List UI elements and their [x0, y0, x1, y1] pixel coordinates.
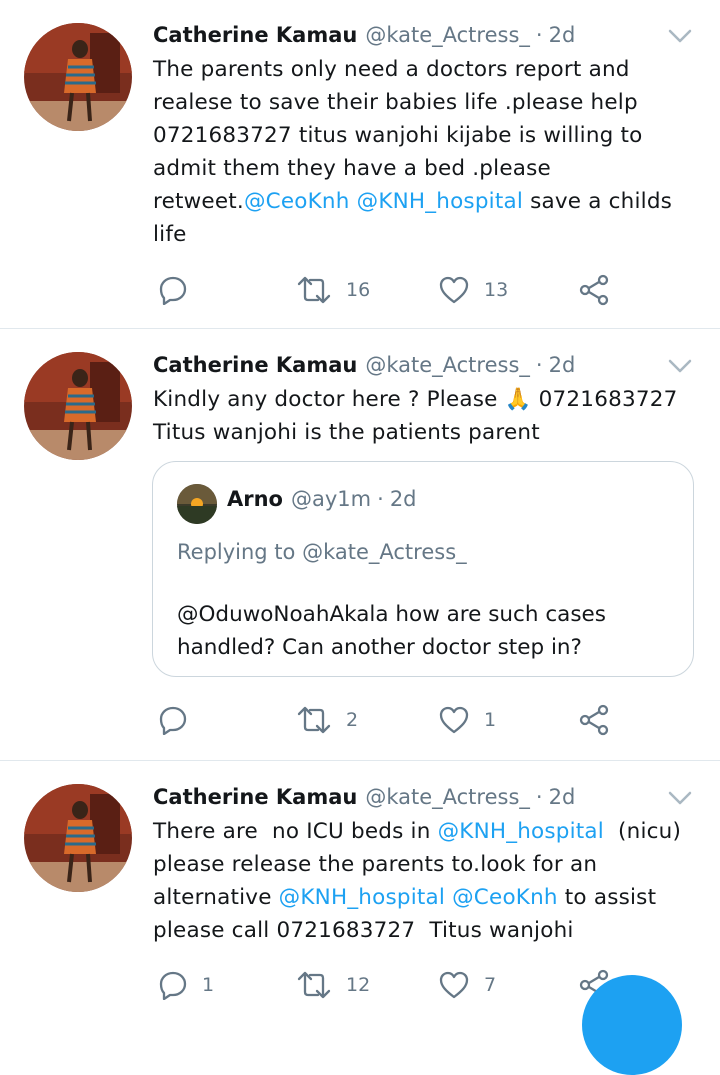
- author-name[interactable]: Catherine Kamau: [153, 353, 357, 377]
- heart-icon: [439, 706, 469, 734]
- share-button[interactable]: [578, 700, 610, 740]
- like-button[interactable]: 7: [438, 965, 496, 1005]
- reply-count: 1: [202, 974, 215, 996]
- mention-link[interactable]: @KNH_hospital: [438, 819, 604, 844]
- quoted-header: Arno @ay1m · 2d: [227, 487, 417, 511]
- heart-icon: [439, 276, 469, 304]
- separator-dot: ·: [535, 785, 543, 809]
- quoted-avatar[interactable]: [177, 484, 217, 524]
- compose-fab[interactable]: [582, 975, 682, 1075]
- tweet-header: Catherine Kamau @kate_Actress_ · 2d: [153, 780, 575, 814]
- like-count: 7: [484, 974, 497, 996]
- author-handle[interactable]: @kate_Actress_: [365, 353, 530, 377]
- tweet-text-part: There are no ICU beds in: [153, 819, 438, 844]
- tweet-1[interactable]: Catherine Kamau @kate_Actress_ · 2d The …: [0, 0, 720, 328]
- quoted-author-handle[interactable]: @ay1m: [291, 487, 371, 511]
- mention-link[interactable]: @KNH_hospital: [357, 189, 523, 214]
- like-button[interactable]: 1: [438, 700, 496, 740]
- like-button[interactable]: 13: [438, 270, 508, 310]
- tweet-text-part: Kindly any doctor here ? Please: [153, 387, 505, 412]
- reply-icon: [159, 276, 187, 305]
- retweet-button[interactable]: 16: [296, 270, 370, 310]
- share-icon: [579, 274, 609, 306]
- avatar[interactable]: [24, 23, 132, 131]
- tweet-header: Catherine Kamau @kate_Actress_ · 2d: [153, 18, 575, 52]
- retweet-count: 2: [346, 709, 359, 731]
- retweet-icon: [297, 276, 331, 304]
- author-name[interactable]: Catherine Kamau: [153, 23, 357, 47]
- avatar[interactable]: [24, 352, 132, 460]
- retweet-icon: [297, 706, 331, 734]
- tweet-actions: 2 1: [150, 700, 670, 740]
- tweet-actions: 16 13: [150, 270, 670, 310]
- quoted-text: @OduwoNoahAkala how are such cases handl…: [177, 602, 606, 660]
- reply-icon: [159, 971, 187, 1000]
- tweet-header: Catherine Kamau @kate_Actress_ · 2d: [153, 348, 575, 382]
- timestamp[interactable]: 2d: [549, 785, 576, 809]
- replying-to: Replying to @kate_Actress_: [177, 540, 467, 564]
- text-space: [350, 189, 357, 214]
- timestamp[interactable]: 2d: [549, 353, 576, 377]
- author-handle[interactable]: @kate_Actress_: [365, 785, 530, 809]
- mention-link[interactable]: @KNH_hospital: [279, 885, 445, 910]
- chevron-down-icon[interactable]: [666, 26, 694, 46]
- tweet-text: Kindly any doctor here ? Please 🙏 072168…: [153, 383, 693, 449]
- quoted-timestamp: 2d: [389, 487, 417, 511]
- tweet-text: There are no ICU beds in @KNH_hospital (…: [153, 815, 693, 947]
- quoted-tweet[interactable]: Arno @ay1m · 2d Replying to @kate_Actres…: [152, 461, 694, 677]
- heart-icon: [439, 971, 469, 999]
- retweet-button[interactable]: 12: [296, 965, 370, 1005]
- reply-icon: [159, 706, 187, 735]
- author-name[interactable]: Catherine Kamau: [153, 785, 357, 809]
- mention-link[interactable]: @CeoKnh: [452, 885, 558, 910]
- retweet-count: 16: [346, 279, 371, 301]
- quoted-author-name[interactable]: Arno: [227, 487, 283, 511]
- mention-link[interactable]: @CeoKnh: [244, 189, 350, 214]
- reply-button[interactable]: [158, 700, 202, 740]
- reply-button[interactable]: 1: [158, 965, 214, 1005]
- separator-dot: ·: [535, 353, 543, 377]
- tweet-2[interactable]: Catherine Kamau @kate_Actress_ · 2d Kind…: [0, 329, 720, 759]
- share-button[interactable]: [578, 270, 610, 310]
- separator-dot: ·: [377, 487, 384, 511]
- chevron-down-icon[interactable]: [666, 788, 694, 808]
- chevron-down-icon[interactable]: [666, 356, 694, 376]
- folded-hands-emoji: 🙏: [504, 387, 532, 412]
- avatar[interactable]: [24, 784, 132, 892]
- reply-button[interactable]: [158, 270, 202, 310]
- share-icon: [579, 704, 609, 736]
- timestamp[interactable]: 2d: [549, 23, 576, 47]
- retweet-icon: [297, 971, 331, 999]
- like-count: 13: [484, 279, 509, 301]
- like-count: 1: [484, 709, 497, 731]
- separator-dot: ·: [535, 23, 543, 47]
- tweet-text: The parents only need a doctors report a…: [153, 53, 693, 251]
- author-handle[interactable]: @kate_Actress_: [365, 23, 530, 47]
- retweet-count: 12: [346, 974, 371, 996]
- retweet-button[interactable]: 2: [296, 700, 358, 740]
- tweet-3[interactable]: Catherine Kamau @kate_Actress_ · 2d Ther…: [0, 761, 720, 1001]
